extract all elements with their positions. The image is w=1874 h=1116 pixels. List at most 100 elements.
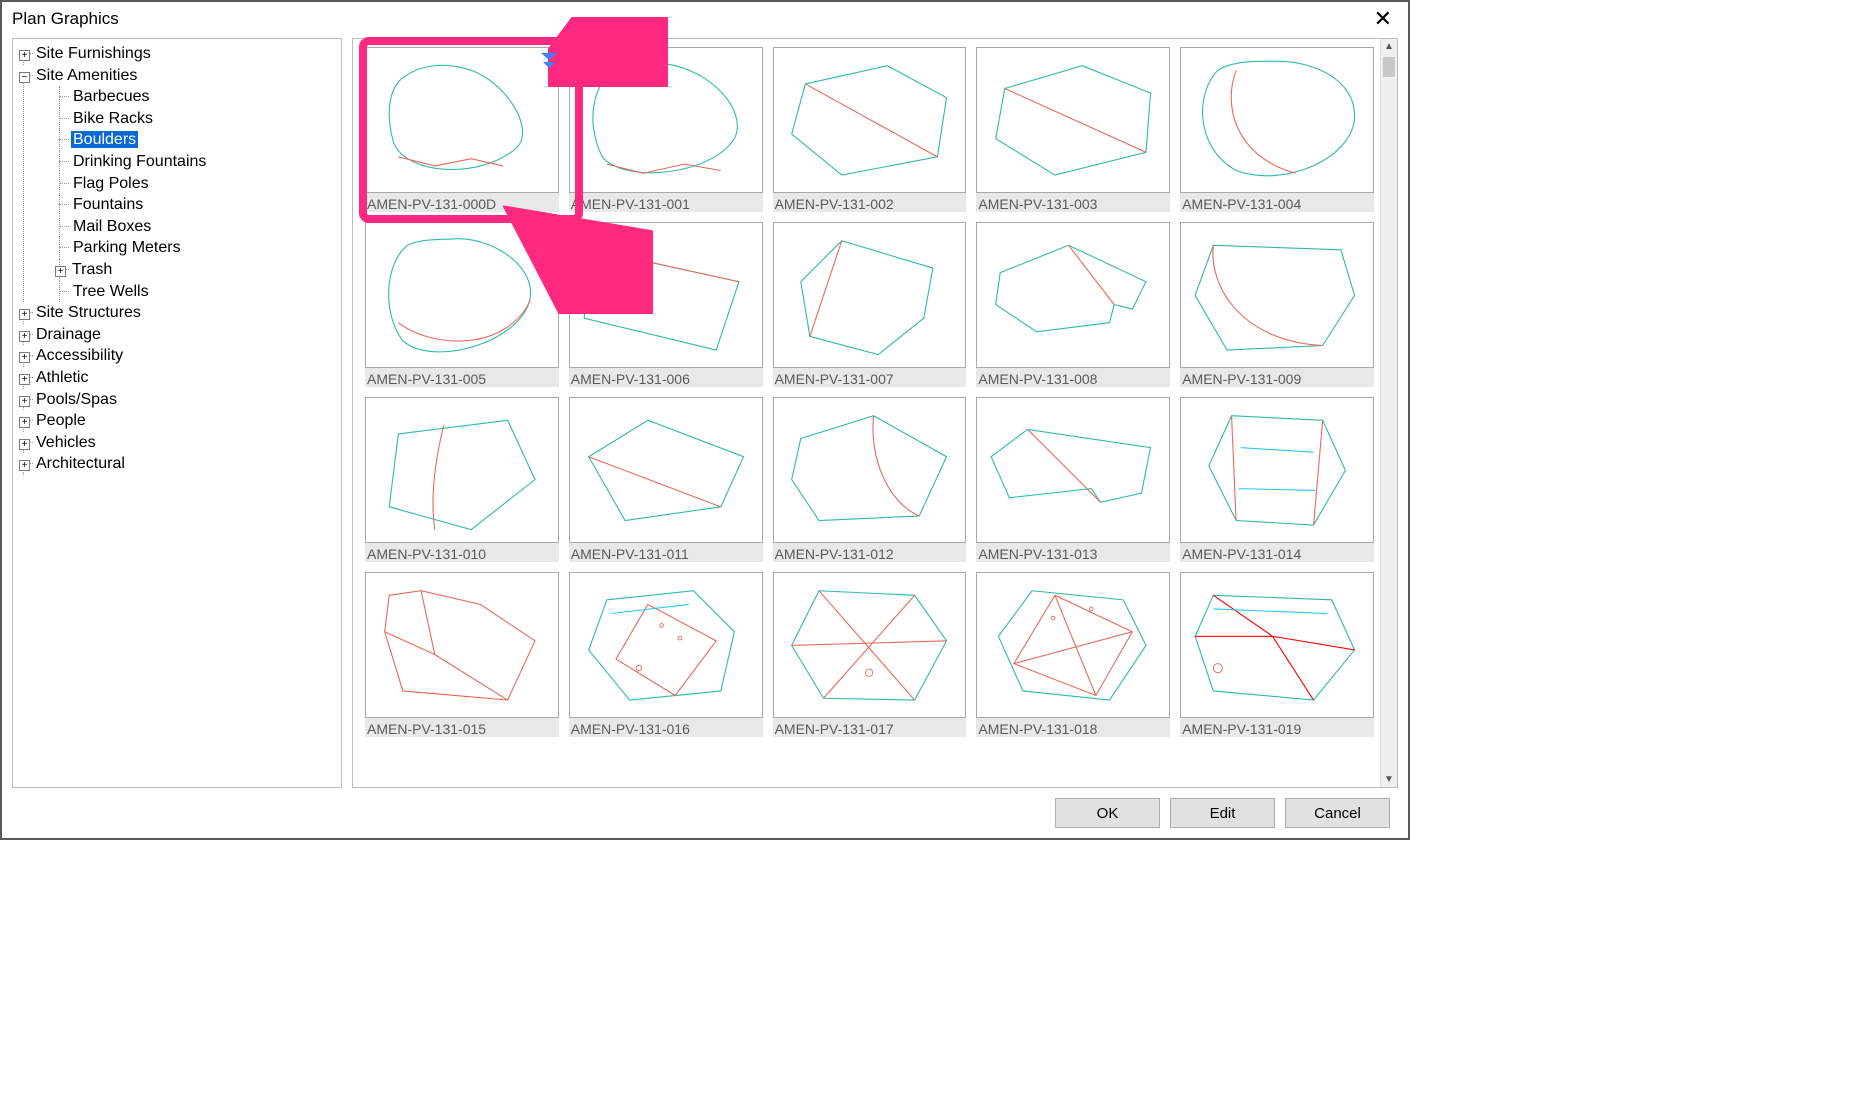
expand-icon[interactable]: + [19, 460, 30, 471]
ok-button[interactable]: OK [1055, 798, 1160, 828]
tree-athletic[interactable]: Athletic [34, 369, 90, 386]
thumbnail-item[interactable]: AMEN-PV-131-009 [1180, 222, 1374, 387]
scroll-down-icon[interactable]: ▼ [1381, 774, 1397, 785]
tree-drinking-fountains[interactable]: Drinking Fountains [71, 153, 208, 170]
thumbnail-item[interactable]: AMEN-PV-131-003 [976, 47, 1170, 212]
thumbnail-preview [773, 222, 967, 368]
thumbnail-item[interactable]: AMEN-PV-131-018 [976, 572, 1170, 737]
thumbnail-item[interactable]: AMEN-PV-131-008 [976, 222, 1170, 387]
expand-icon[interactable]: + [19, 439, 30, 450]
cancel-button[interactable]: Cancel [1285, 798, 1390, 828]
thumbnail-label: AMEN-PV-131-011 [569, 543, 763, 562]
tree-bike-racks[interactable]: Bike Racks [71, 110, 155, 127]
thumbnail-item[interactable]: AMEN-PV-131-011 [569, 397, 763, 562]
thumbnail-item[interactable]: AMEN-PV-131-004 [1180, 47, 1374, 212]
tree-drainage[interactable]: Drainage [34, 326, 103, 343]
thumbnail-item[interactable]: AMEN-PV-131-006 [569, 222, 763, 387]
tree-people[interactable]: People [34, 412, 88, 429]
tree-flag-poles[interactable]: Flag Poles [71, 175, 151, 192]
expand-icon[interactable]: + [19, 331, 30, 342]
thumbnail-item[interactable]: AMEN-PV-131-012 [773, 397, 967, 562]
tree-site-structures[interactable]: Site Structures [34, 304, 143, 321]
thumbnail-preview [976, 572, 1170, 718]
tree-vehicles[interactable]: Vehicles [34, 434, 98, 451]
tree-boulders[interactable]: Boulders [71, 131, 138, 148]
scroll-thumb[interactable] [1383, 57, 1395, 77]
expand-icon[interactable]: + [19, 50, 30, 61]
thumbnail-item[interactable]: AMEN-PV-131-014 [1180, 397, 1374, 562]
thumbnail-preview [976, 47, 1170, 193]
thumbnail-preview [1180, 222, 1374, 368]
tree-mail-boxes[interactable]: Mail Boxes [71, 218, 153, 235]
expand-icon[interactable]: + [19, 396, 30, 407]
thumbnail-item[interactable]: AMEN-PV-131-013 [976, 397, 1170, 562]
thumbnail-item[interactable]: AMEN-PV-131-017 [773, 572, 967, 737]
thumbnail-preview [365, 47, 559, 193]
scroll-up-icon[interactable]: ▲ [1381, 41, 1397, 52]
thumbnail-preview [976, 222, 1170, 368]
tree-architectural[interactable]: Architectural [34, 455, 127, 472]
thumbnail-preview [365, 572, 559, 718]
thumbnail-item[interactable]: AMEN-PV-131-016 [569, 572, 763, 737]
thumbnail-gallery-panel: AMEN-PV-131-000D AMEN-PV-131-001 AMEN-PV-1… [352, 38, 1398, 788]
thumbnail-preview [773, 47, 967, 193]
tree-accessibility[interactable]: Accessibility [34, 347, 125, 364]
tree-pools-spas[interactable]: Pools/Spas [34, 391, 119, 408]
tree-barbecues[interactable]: Barbecues [71, 88, 152, 105]
thumbnail-preview [365, 397, 559, 543]
thumbnail-preview [569, 47, 763, 193]
thumbnail-item[interactable]: AMEN-PV-131-007 [773, 222, 967, 387]
thumbnail-label: AMEN-PV-131-003 [976, 193, 1170, 212]
thumbnail-label: AMEN-PV-131-006 [569, 368, 763, 387]
thumbnail-item[interactable]: AMEN-PV-131-001 [569, 47, 763, 212]
close-icon[interactable]: ✕ [1366, 6, 1400, 32]
titlebar: Plan Graphics ✕ [2, 2, 1408, 38]
thumbnail-preview [1180, 397, 1374, 543]
category-tree[interactable]: + Site Furnishings −Site Amenities Barbec… [17, 43, 341, 475]
thumbnail-label: AMEN-PV-131-010 [365, 543, 559, 562]
thumbnail-preview [773, 572, 967, 718]
collapse-icon[interactable]: − [19, 72, 30, 83]
thumbnail-label: AMEN-PV-131-000D [365, 193, 559, 212]
expand-icon[interactable]: + [55, 266, 66, 277]
thumbnail-preview [569, 222, 763, 368]
thumbnail-label: AMEN-PV-131-005 [365, 368, 559, 387]
thumbnail-preview [1180, 47, 1374, 193]
tree-fountains[interactable]: Fountains [71, 196, 145, 213]
tree-trash[interactable]: Trash [70, 261, 114, 278]
thumbnail-label: AMEN-PV-131-017 [773, 718, 967, 737]
thumbnail-item[interactable]: AMEN-PV-131-015 [365, 572, 559, 737]
thumbnail-label: AMEN-PV-131-012 [773, 543, 967, 562]
tree-tree-wells[interactable]: Tree Wells [71, 283, 151, 300]
scrollbar[interactable]: ▲ ▼ [1380, 39, 1397, 787]
thumbnail-label: AMEN-PV-131-001 [569, 193, 763, 212]
tree-parking-meters[interactable]: Parking Meters [71, 239, 183, 256]
thumbnail-preview [569, 572, 763, 718]
thumbnail-item[interactable]: AMEN-PV-131-010 [365, 397, 559, 562]
tree-site-furnishings[interactable]: Site Furnishings [34, 45, 153, 62]
expand-icon[interactable]: + [19, 374, 30, 385]
thumbnail-item[interactable]: AMEN-PV-131-019 [1180, 572, 1374, 737]
tree-site-amenities[interactable]: Site Amenities [34, 67, 139, 84]
thumbnail-item[interactable]: AMEN-PV-131-000D [365, 47, 559, 212]
thumbnail-item[interactable]: AMEN-PV-131-005 [365, 222, 559, 387]
expand-icon[interactable]: + [19, 352, 30, 363]
dialog-title: Plan Graphics [12, 9, 119, 29]
thumbnail-label: AMEN-PV-131-019 [1180, 718, 1374, 737]
thumbnail-label: AMEN-PV-131-007 [773, 368, 967, 387]
plan-graphics-dialog: Plan Graphics ✕ +Site Furnishings −Site … [0, 0, 1410, 840]
thumbnail-preview [365, 222, 559, 368]
thumbnail-label: AMEN-PV-131-018 [976, 718, 1170, 737]
thumbnail-item[interactable]: AMEN-PV-131-002 [773, 47, 967, 212]
thumbnail-label: AMEN-PV-131-013 [976, 543, 1170, 562]
thumbnail-label: AMEN-PV-131-008 [976, 368, 1170, 387]
thumbnail-label: AMEN-PV-131-009 [1180, 368, 1374, 387]
expand-icon[interactable]: + [19, 309, 30, 320]
thumbnail-preview [976, 397, 1170, 543]
expand-icon[interactable]: + [19, 417, 30, 428]
edit-button[interactable]: Edit [1170, 798, 1275, 828]
thumbnail-preview [773, 397, 967, 543]
category-tree-panel: + Site Furnishings −Site Amenities Barbec… [12, 38, 342, 788]
thumbnail-preview [569, 397, 763, 543]
thumbnail-preview [1180, 572, 1374, 718]
